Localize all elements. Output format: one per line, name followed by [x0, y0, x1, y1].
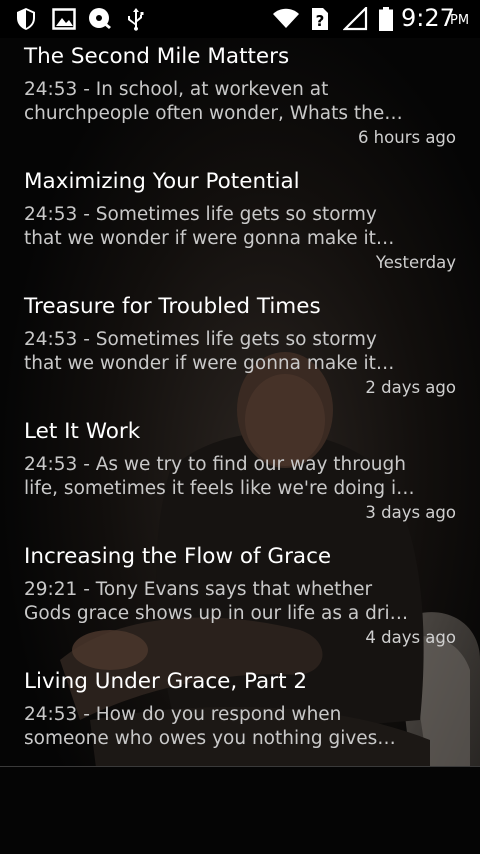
episode-description-line: 24:53 - As we try to find our way throug…: [24, 454, 406, 475]
unknown-sim-icon: ?: [312, 8, 328, 30]
clock-ampm: PM: [450, 13, 470, 28]
episode-description-line: 29:21 - Tony Evans says that whether: [24, 579, 373, 600]
episode-description-line: 24:53 - In school, at workeven at: [24, 79, 329, 100]
episode-description-line: 24:53 - Sometimes life gets so stormy: [24, 204, 377, 225]
episode-description-line: 24:53 - How do you respond when: [24, 704, 342, 725]
status-bar: ? 9:27 PM: [0, 0, 480, 38]
episode-description-line: churchpeople often wonder, Whats the…: [24, 103, 403, 124]
image-icon: [52, 8, 76, 30]
episode-description: 24:53 - In school, at workeven at church…: [24, 78, 424, 126]
episode-timestamp: Yesterday: [375, 253, 456, 272]
list-item[interactable]: Increasing the Flow of Grace 29:21 - Ton…: [0, 538, 480, 663]
list-item[interactable]: The Second Mile Matters 24:53 - In schoo…: [0, 38, 480, 163]
signal-icon: [343, 7, 368, 31]
list-item[interactable]: Treasure for Troubled Times 24:53 - Some…: [0, 288, 480, 413]
episode-timestamp: 3 days ago: [365, 503, 456, 522]
battery-icon: [379, 7, 393, 31]
list-item[interactable]: Living Under Grace, Part 2 24:53 - How d…: [0, 663, 480, 788]
episode-title: Increasing the Flow of Grace: [24, 544, 332, 569]
episode-description: 24:53 - As we try to find our way throug…: [24, 453, 424, 501]
list-item[interactable]: Let It Work 24:53 - As we try to find ou…: [0, 413, 480, 538]
episode-title: Maximizing Your Potential: [24, 169, 300, 194]
wifi-icon: [273, 8, 299, 28]
episode-description: 24:53 - How do you respond when someone …: [24, 703, 424, 751]
episode-description-line: that we wonder if were gonna make it…: [24, 353, 395, 374]
shield-icon: [17, 8, 35, 30]
clock-time: 9:27: [401, 4, 455, 32]
svg-text:?: ?: [316, 12, 325, 30]
episode-title: Living Under Grace, Part 2: [24, 669, 308, 694]
episode-description: 24:53 - Sometimes life gets so stormy th…: [24, 328, 424, 376]
episode-description-line: life, sometimes it feels like we're doin…: [24, 478, 415, 499]
screen: ? 9:27 PM The Second Mile Matters 24:53 …: [0, 0, 480, 854]
episode-timestamp: 4 days ago: [365, 628, 456, 647]
usb-icon: [128, 8, 144, 31]
episode-title: Treasure for Troubled Times: [24, 294, 321, 319]
podcast-icon: [89, 8, 111, 29]
list-item[interactable]: Maximizing Your Potential 24:53 - Someti…: [0, 163, 480, 288]
episode-description-line: 24:53 - Sometimes life gets so stormy: [24, 329, 377, 350]
episode-timestamp: 6 hours ago: [357, 128, 456, 147]
list-divider: [0, 766, 480, 767]
episode-title: Let It Work: [24, 419, 141, 444]
episode-list: The Second Mile Matters 24:53 - In schoo…: [0, 38, 480, 788]
episode-description: 24:53 - Sometimes life gets so stormy th…: [24, 203, 424, 251]
episode-description: 29:21 - Tony Evans says that whether God…: [24, 578, 424, 626]
episode-description-line: that we wonder if were gonna make it…: [24, 228, 395, 249]
episode-title: The Second Mile Matters: [24, 44, 290, 69]
episode-description-line: Gods grace shows up in our life as a dri…: [24, 603, 409, 624]
episode-description-line: someone who owes you nothing gives…: [24, 728, 396, 749]
episode-timestamp: 2 days ago: [365, 378, 456, 397]
